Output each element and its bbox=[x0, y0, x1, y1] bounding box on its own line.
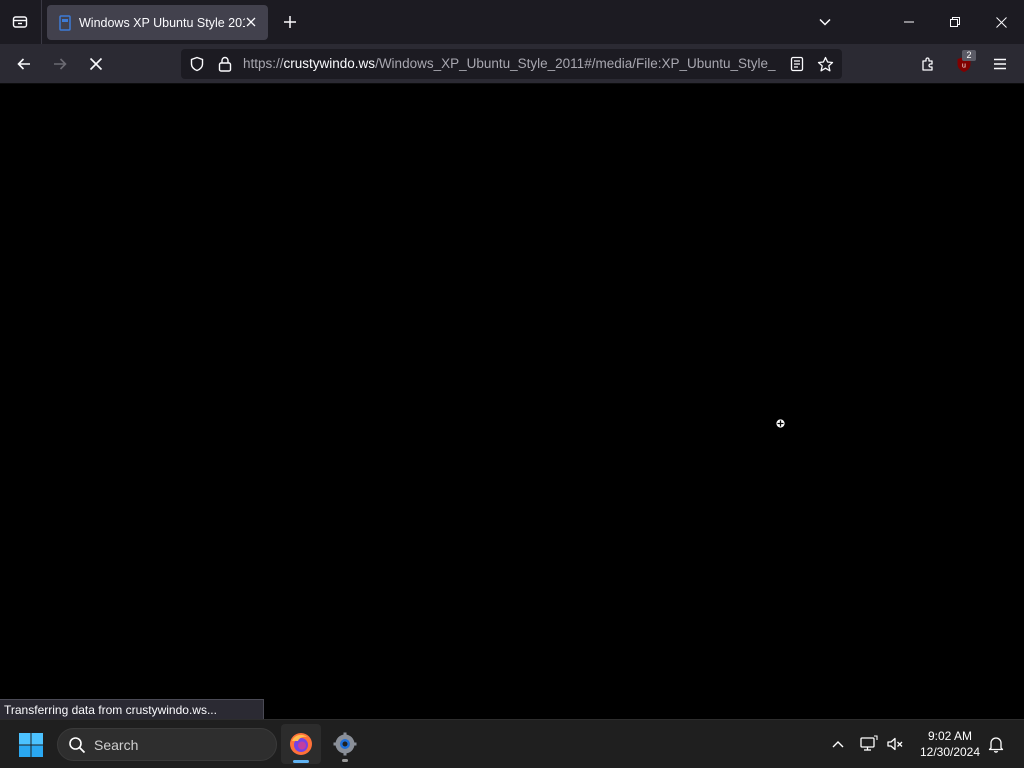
url-scheme: https:// bbox=[243, 56, 284, 71]
running-indicator bbox=[293, 760, 309, 763]
taskbar: Search 9:02 AM 12/30/2024 bbox=[0, 719, 1024, 768]
minimize-icon bbox=[904, 21, 914, 23]
tab-strip: Windows XP Ubuntu Style 2011 bbox=[0, 0, 1024, 44]
page-content[interactable]: Transferring data from crustywindo.ws... bbox=[0, 85, 1024, 720]
start-button[interactable] bbox=[18, 732, 44, 758]
minimize-button[interactable] bbox=[886, 0, 932, 44]
settings-gear-icon bbox=[333, 732, 357, 756]
show-hidden-icons-button[interactable] bbox=[828, 734, 848, 754]
network-icon[interactable] bbox=[859, 734, 879, 754]
taskbar-search-box[interactable]: Search bbox=[57, 728, 277, 761]
extensions-button[interactable] bbox=[914, 50, 942, 78]
ublock-origin-button[interactable]: u 2 bbox=[950, 50, 978, 78]
new-tab-button[interactable] bbox=[276, 8, 304, 36]
firefox-icon bbox=[290, 733, 312, 755]
tracking-protection-shield-icon[interactable] bbox=[187, 54, 207, 74]
url-text[interactable]: https://crustywindo.ws/Windows_XP_Ubuntu… bbox=[243, 56, 779, 71]
hamburger-menu-icon bbox=[994, 58, 1006, 70]
puzzle-piece-icon bbox=[922, 57, 933, 71]
clock[interactable]: 9:02 AM 12/30/2024 bbox=[912, 728, 988, 760]
search-label: Search bbox=[94, 737, 139, 753]
tab-title: Windows XP Ubuntu Style 2011 bbox=[79, 15, 245, 30]
volume-muted-icon[interactable] bbox=[885, 734, 905, 754]
arrow-left-icon bbox=[17, 58, 30, 70]
search-icon bbox=[69, 737, 86, 754]
close-window-button[interactable] bbox=[978, 0, 1024, 44]
close-icon bbox=[995, 16, 1007, 28]
arrow-right-icon bbox=[54, 58, 67, 70]
stop-icon bbox=[89, 57, 103, 71]
address-bar[interactable]: https://crustywindo.ws/Windows_XP_Ubuntu… bbox=[181, 49, 842, 79]
stop-loading-button[interactable] bbox=[82, 50, 110, 78]
firefox-view-icon bbox=[12, 16, 28, 28]
svg-text:u: u bbox=[962, 62, 966, 69]
windows-logo-icon bbox=[19, 733, 43, 757]
clock-date: 12/30/2024 bbox=[919, 745, 981, 759]
navigation-toolbar: https://crustywindo.ws/Windows_XP_Ubuntu… bbox=[0, 44, 1024, 84]
tab-divider bbox=[41, 0, 42, 44]
reader-view-icon[interactable] bbox=[787, 54, 807, 74]
forward-button[interactable] bbox=[46, 50, 74, 78]
tab-active[interactable]: Windows XP Ubuntu Style 2011 bbox=[47, 5, 268, 40]
running-indicator bbox=[342, 759, 348, 762]
clock-time: 9:02 AM bbox=[927, 729, 973, 743]
taskbar-firefox[interactable] bbox=[281, 724, 321, 764]
notification-bell-icon[interactable] bbox=[986, 734, 1006, 754]
app-menu-button[interactable] bbox=[986, 50, 1014, 78]
list-all-tabs-button[interactable] bbox=[811, 8, 839, 36]
restore-icon bbox=[950, 17, 960, 27]
back-button[interactable] bbox=[10, 50, 38, 78]
plus-icon bbox=[284, 16, 296, 28]
screen: Windows XP Ubuntu Style 2011 https://cru… bbox=[0, 0, 1024, 768]
ublock-badge-count: 2 bbox=[962, 50, 976, 61]
restore-button[interactable] bbox=[932, 0, 978, 44]
status-bar: Transferring data from crustywindo.ws... bbox=[0, 699, 264, 720]
url-path: /Windows_XP_Ubuntu_Style_2011#/media/Fil… bbox=[375, 56, 776, 71]
chevron-up-icon bbox=[832, 741, 844, 748]
chevron-down-icon bbox=[819, 18, 831, 26]
lock-icon[interactable] bbox=[215, 54, 235, 74]
cursor-crosshair-icon bbox=[775, 418, 786, 429]
firefox-view-button[interactable] bbox=[6, 8, 34, 36]
page-favicon-icon bbox=[57, 14, 73, 31]
bookmark-star-icon[interactable] bbox=[815, 54, 835, 74]
url-host: crustywindo.ws bbox=[283, 56, 376, 71]
taskbar-settings[interactable] bbox=[325, 724, 365, 764]
tab-close-icon[interactable] bbox=[242, 13, 260, 31]
